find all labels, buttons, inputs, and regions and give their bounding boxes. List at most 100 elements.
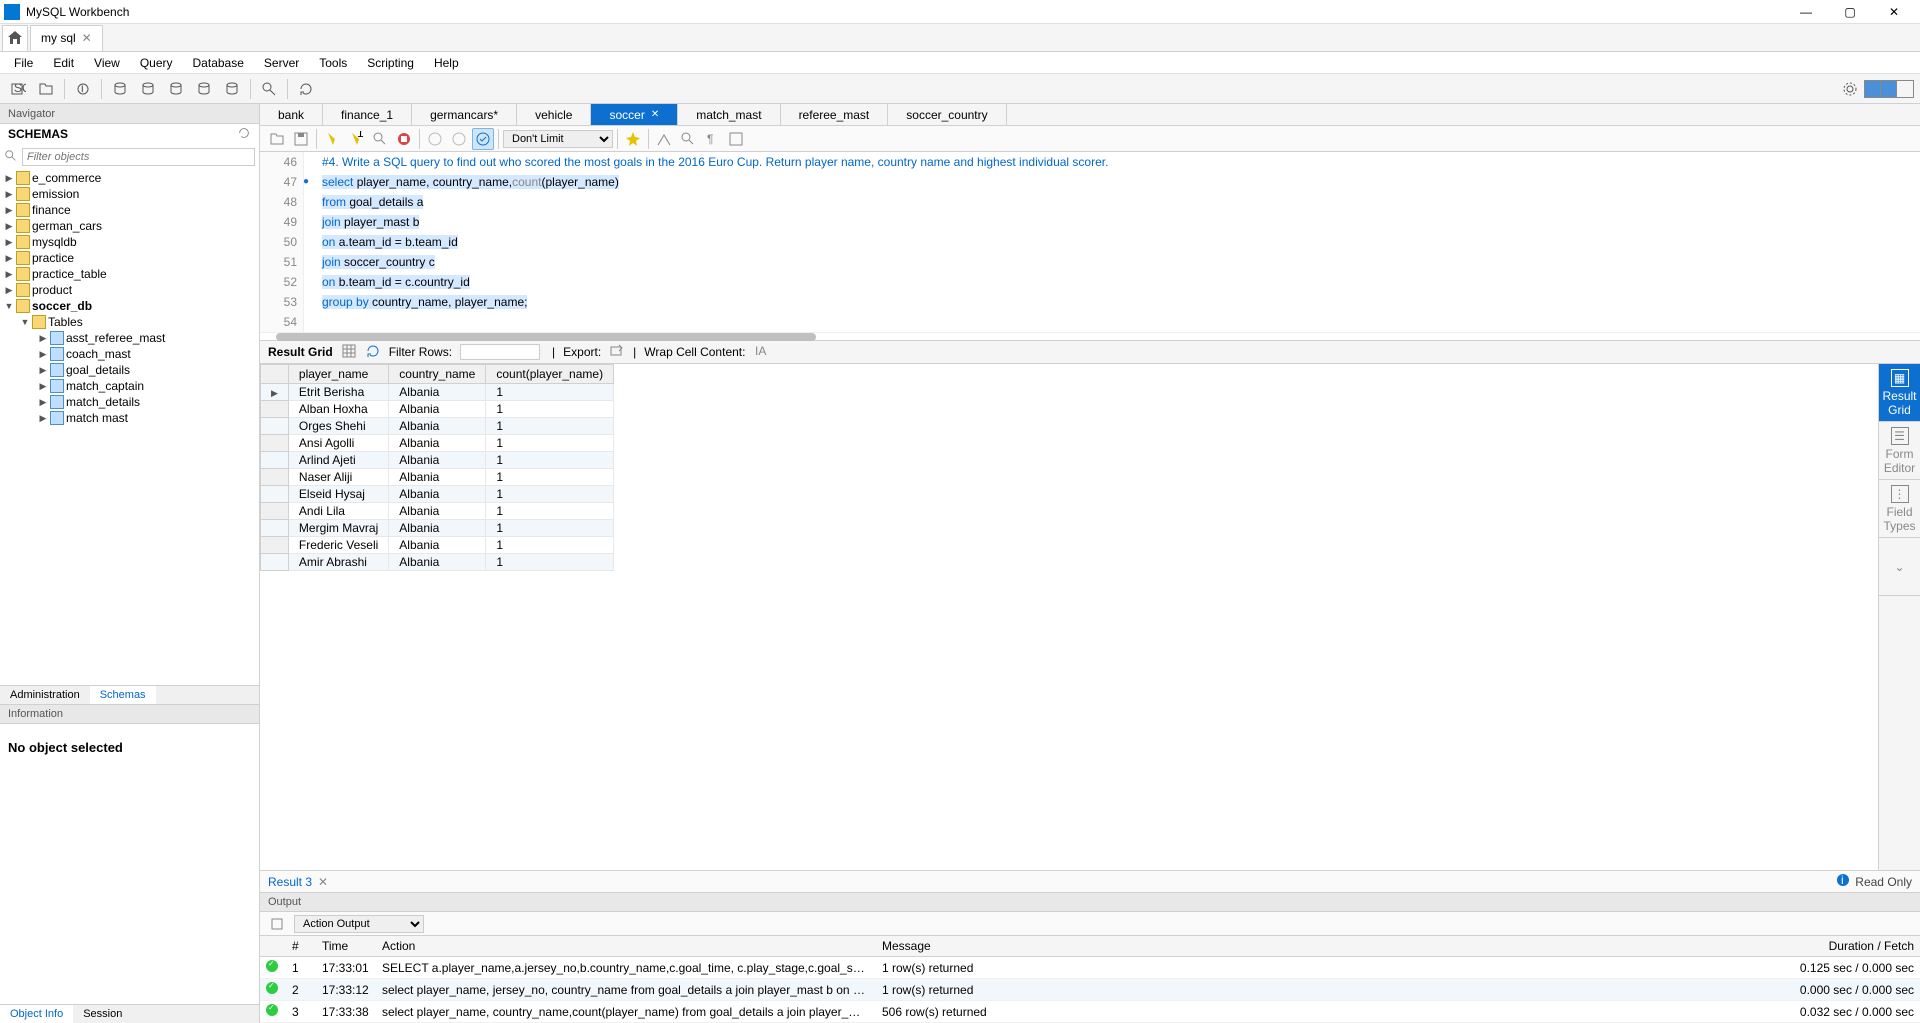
schema-item[interactable]: ▶mysqldb	[0, 234, 259, 250]
sql-editor[interactable]: 464748495051525354 #4. Write a SQL query…	[260, 152, 1920, 332]
output-type-select[interactable]: Action Output	[294, 915, 424, 933]
table-row[interactable]: Alban HoxhaAlbania1	[261, 401, 614, 418]
table-item[interactable]: ▶asst_referee_mast	[0, 330, 259, 346]
result-column-header[interactable]: count(player_name)	[486, 365, 614, 384]
menu-query[interactable]: Query	[130, 52, 183, 73]
query-tab[interactable]: vehicle	[517, 104, 591, 125]
output-row[interactable]: 317:33:38select player_name, country_nam…	[260, 1001, 1920, 1023]
query-tab-close-icon[interactable]: ✕	[651, 109, 659, 120]
layout-right-panel-toggle[interactable]	[1897, 81, 1913, 97]
table-item[interactable]: ▶coach_mast	[0, 346, 259, 362]
table-row[interactable]: Mergim MavrajAlbania1	[261, 520, 614, 537]
settings-button[interactable]	[1838, 77, 1862, 101]
table-row[interactable]: Etrit BerishaAlbania1	[261, 384, 614, 401]
table-row[interactable]: Ansi AgolliAlbania1	[261, 435, 614, 452]
schema-item[interactable]: ▶product	[0, 282, 259, 298]
table-item[interactable]: ▶match mast	[0, 410, 259, 426]
query-tab[interactable]: finance_1	[323, 104, 412, 125]
close-button[interactable]: ✕	[1872, 0, 1916, 24]
query-tab[interactable]: soccer_country	[888, 104, 1006, 125]
execute-button[interactable]	[321, 128, 343, 150]
explain-button[interactable]	[369, 128, 391, 150]
table-item[interactable]: ▶match_details	[0, 394, 259, 410]
tables-folder[interactable]: ▼Tables	[0, 314, 259, 330]
menu-scripting[interactable]: Scripting	[357, 52, 424, 73]
db-button-1[interactable]	[108, 77, 132, 101]
home-button[interactable]	[2, 25, 28, 51]
schema-tree[interactable]: ▶e_commerce▶emission▶finance▶german_cars…	[0, 170, 259, 685]
menu-file[interactable]: File	[4, 52, 43, 73]
table-row[interactable]: Naser AlijiAlbania1	[261, 469, 614, 486]
rollback-button[interactable]	[448, 128, 470, 150]
db-button-5[interactable]	[220, 77, 244, 101]
schema-item[interactable]: ▶practice	[0, 250, 259, 266]
menu-edit[interactable]: Edit	[43, 52, 84, 73]
menu-view[interactable]: View	[84, 52, 130, 73]
new-sql-tab-button[interactable]: SQL	[6, 77, 30, 101]
table-item[interactable]: ▶goal_details	[0, 362, 259, 378]
connection-tab-close-icon[interactable]: ✕	[82, 31, 92, 45]
autocommit-toggle[interactable]	[472, 128, 494, 150]
output-table[interactable]: # Time Action Message Duration / Fetch 1…	[260, 936, 1920, 1023]
table-row[interactable]: Orges ShehiAlbania1	[261, 418, 614, 435]
menu-server[interactable]: Server	[254, 52, 309, 73]
schema-item[interactable]: ▶finance	[0, 202, 259, 218]
export-icon[interactable]	[609, 343, 625, 362]
stop-button[interactable]	[393, 128, 415, 150]
result-column-header[interactable]: country_name	[389, 365, 486, 384]
save-button[interactable]	[290, 128, 312, 150]
schema-item[interactable]: ▶german_cars	[0, 218, 259, 234]
output-row[interactable]: 217:33:12select player_name, jersey_no, …	[260, 979, 1920, 1001]
sql-code[interactable]: #4. Write a SQL query to find out who sc…	[304, 152, 1108, 332]
table-row[interactable]: Arlind AjetiAlbania1	[261, 452, 614, 469]
wrap-button[interactable]	[725, 128, 747, 150]
menu-help[interactable]: Help	[424, 52, 469, 73]
search-button[interactable]	[257, 77, 281, 101]
wrap-toggle[interactable]: IA	[753, 343, 769, 362]
result-grid-view-button[interactable]: ▦ Result Grid	[1879, 364, 1920, 422]
open-sql-button[interactable]	[34, 77, 58, 101]
layout-left-panel-toggle[interactable]	[1865, 81, 1881, 97]
schema-item[interactable]: ▶emission	[0, 186, 259, 202]
execute-current-button[interactable]: 1	[345, 128, 367, 150]
editor-horizontal-scrollbar[interactable]	[260, 332, 1920, 340]
result-tab-close-icon[interactable]: ✕	[318, 875, 328, 889]
field-types-view-button[interactable]: ⋮ Field Types	[1879, 480, 1920, 538]
more-views-button[interactable]: ⌄	[1879, 538, 1920, 596]
toggle-invisible-button[interactable]: ¶	[701, 128, 723, 150]
refresh-icon[interactable]	[237, 126, 251, 143]
menu-tools[interactable]: Tools	[309, 52, 357, 73]
snippets-button[interactable]	[653, 128, 675, 150]
commit-button[interactable]	[424, 128, 446, 150]
db-button-3[interactable]	[164, 77, 188, 101]
db-button-4[interactable]	[192, 77, 216, 101]
connection-tab[interactable]: my sql ✕	[30, 25, 103, 51]
output-row[interactable]: 117:33:01SELECT a.player_name,a.jersey_n…	[260, 957, 1920, 979]
query-tab[interactable]: match_mast	[678, 104, 780, 125]
result-grid[interactable]: player_namecountry_namecount(player_name…	[260, 364, 1878, 870]
table-item[interactable]: ▶match_captain	[0, 378, 259, 394]
minimize-button[interactable]: ―	[1784, 0, 1828, 24]
table-row[interactable]: Elseid HysajAlbania1	[261, 486, 614, 503]
table-row[interactable]: Andi LilaAlbania1	[261, 503, 614, 520]
filter-objects-input[interactable]	[22, 148, 255, 166]
query-tab[interactable]: referee_mast	[781, 104, 889, 125]
table-row[interactable]: Frederic VeseliAlbania1	[261, 537, 614, 554]
schema-item-active[interactable]: ▼soccer_db	[0, 298, 259, 314]
form-editor-view-button[interactable]: ☰ Form Editor	[1879, 422, 1920, 480]
layout-bottom-panel-toggle[interactable]	[1881, 81, 1897, 97]
menu-database[interactable]: Database	[183, 52, 254, 73]
query-tab[interactable]: bank	[260, 104, 323, 125]
schema-item[interactable]: ▶practice_table	[0, 266, 259, 282]
result-tab[interactable]: Result 3	[268, 875, 312, 889]
clear-output-button[interactable]	[266, 913, 288, 935]
refresh-icon[interactable]	[365, 343, 381, 362]
object-info-tab[interactable]: Object Info	[0, 1005, 73, 1023]
table-row[interactable]: Amir AbrashiAlbania1	[261, 554, 614, 571]
reconnect-button[interactable]	[294, 77, 318, 101]
schemas-tab[interactable]: Schemas	[90, 686, 156, 704]
administration-tab[interactable]: Administration	[0, 686, 90, 704]
query-tab[interactable]: germancars*	[412, 104, 517, 125]
maximize-button[interactable]: ▢	[1828, 0, 1872, 24]
layout-toggle[interactable]	[1864, 80, 1914, 98]
